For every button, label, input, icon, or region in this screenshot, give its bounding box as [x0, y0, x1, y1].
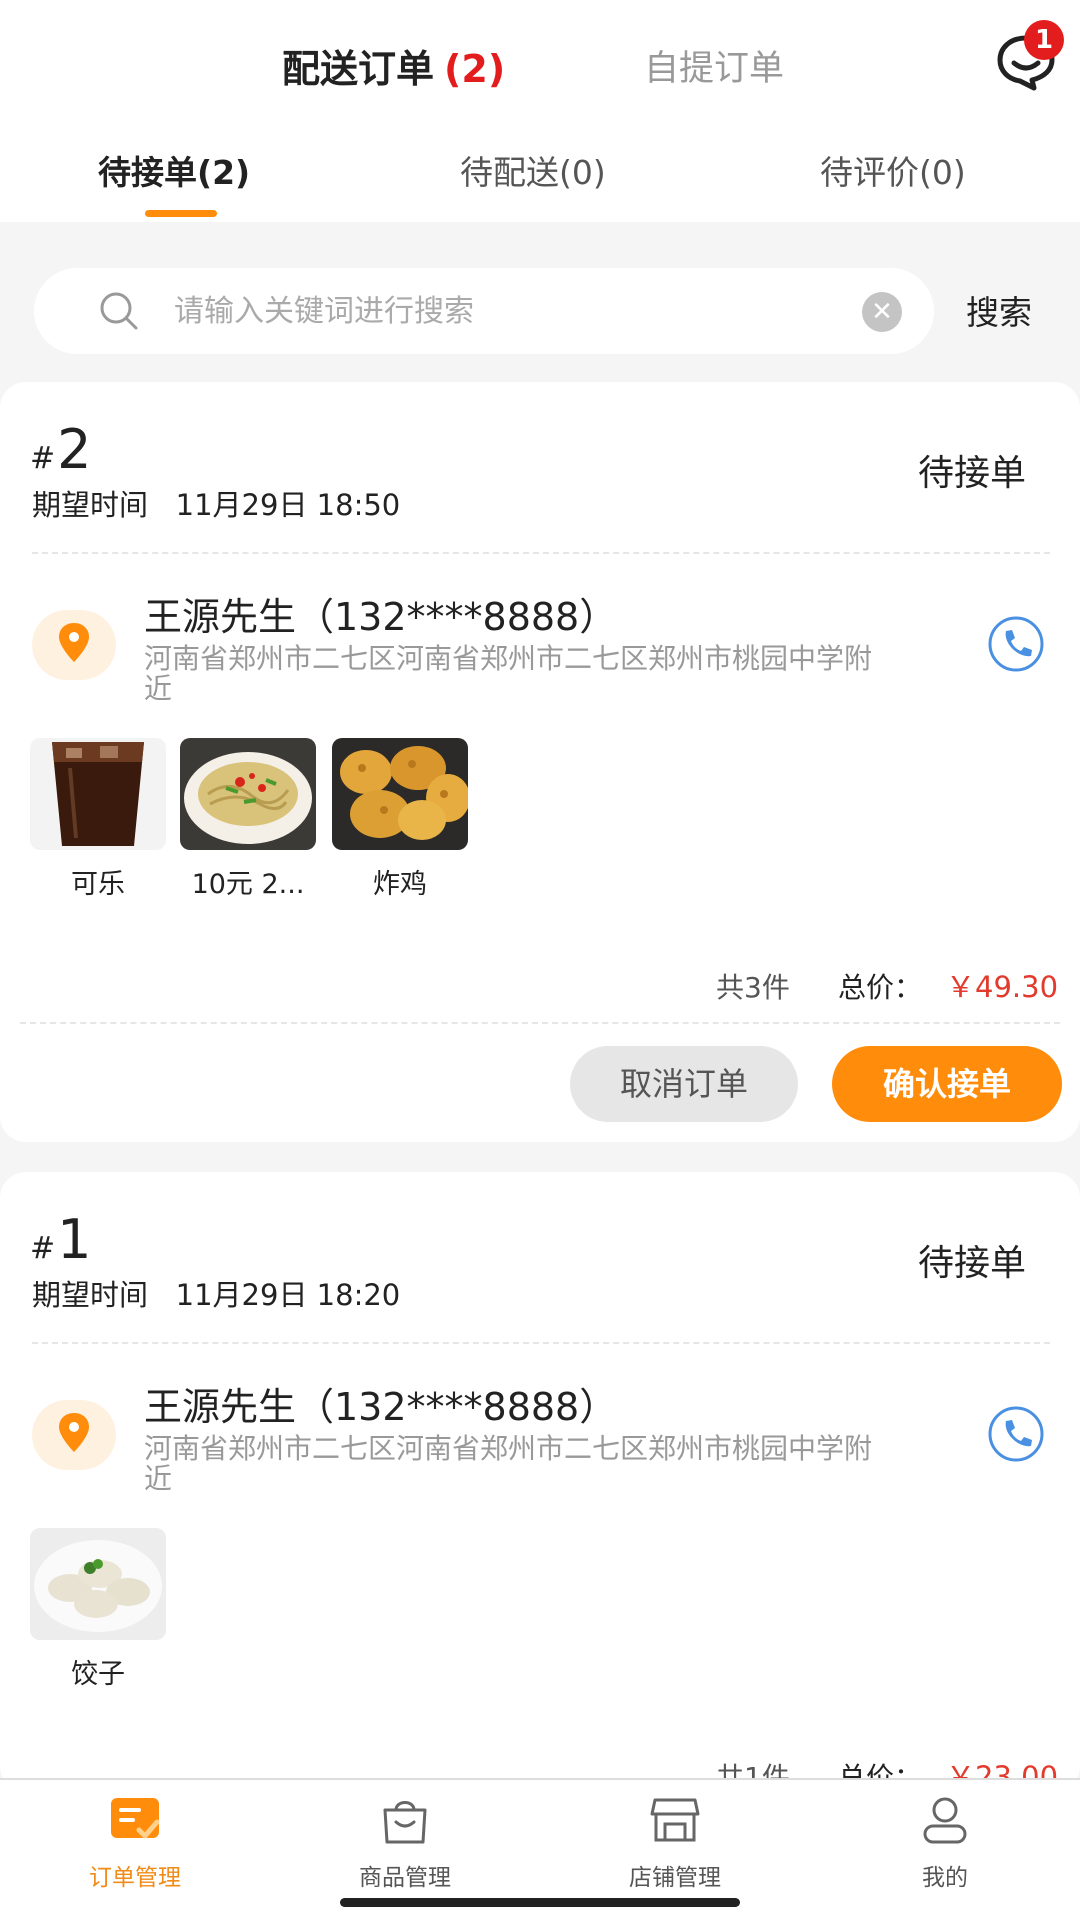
noodles-image	[180, 738, 316, 850]
dumplings-image	[30, 1528, 166, 1640]
shopping-bag-icon	[379, 1794, 431, 1846]
tab-pending-review[interactable]: 待评价(0)	[820, 146, 966, 194]
order-number: #2	[30, 418, 92, 481]
tab-delivery-count: (2)	[444, 47, 506, 91]
order-status: 待接单	[918, 453, 1027, 494]
order-status: 待接单	[918, 1243, 1027, 1284]
goods-item[interactable]: 炸鸡	[332, 738, 468, 901]
divider	[32, 552, 1050, 554]
confirm-order-button[interactable]: 确认接单	[832, 1046, 1062, 1122]
divider	[20, 1022, 1060, 1024]
search-input[interactable]	[174, 284, 874, 338]
order-number-value: 2	[57, 418, 92, 481]
goods-item[interactable]: 可乐	[30, 738, 166, 901]
total-price: ￥49.30	[946, 970, 1059, 1004]
message-count-badge: 1	[1024, 20, 1064, 60]
tab-pending-delivery[interactable]: 待配送(0)	[460, 146, 606, 194]
location-icon	[32, 1400, 116, 1470]
tab-pending-accept[interactable]: 待接单(2)	[98, 146, 250, 194]
cola-image	[30, 738, 166, 850]
customer-name: 王源先生（132****8888）	[144, 1385, 618, 1429]
order-icon	[109, 1794, 161, 1846]
order-number-value: 1	[57, 1208, 92, 1271]
header: 配送订单 (2) 自提订单 1 待接单(2) 待配送(0) 待评价(0)	[0, 0, 1080, 222]
clear-icon[interactable]: ✕	[862, 292, 902, 332]
phone-icon[interactable]	[986, 614, 1046, 674]
phone-icon[interactable]	[986, 1404, 1046, 1464]
sub-tabs: 待接单(2) 待配送(0) 待评价(0)	[0, 146, 1080, 206]
search-button[interactable]: 搜索	[966, 286, 1032, 334]
cancel-order-button[interactable]: 取消订单	[570, 1046, 798, 1122]
goods-name: 炸鸡	[373, 869, 427, 900]
tab-delivery-orders[interactable]: 配送订单 (2)	[282, 38, 505, 93]
tab-pickup-orders[interactable]: 自提订单	[644, 40, 784, 91]
tab-label: 店铺管理	[629, 1865, 721, 1891]
screen: 配送订单(2) 自提订单 1 待接单(2) 待配送(0) 待评价(0) ✕	[0, 0, 1080, 1920]
tab-store-management[interactable]: 店铺管理	[540, 1780, 810, 1900]
search-bar: ✕	[34, 268, 934, 354]
order-hash: #	[30, 441, 56, 476]
goods-name: 可乐	[71, 869, 125, 900]
item-count: 共3件	[716, 971, 790, 1004]
search-icon	[98, 290, 140, 332]
top-tabs: 配送订单 (2) 自提订单	[0, 38, 1080, 98]
tab-order-management[interactable]: 订单管理	[0, 1780, 270, 1900]
expected-time: 期望时间 11月29日 18:50	[32, 488, 401, 522]
goods-name: 饺子	[71, 1659, 125, 1690]
location-icon	[32, 610, 116, 680]
tab-product-management[interactable]: 商品管理	[270, 1780, 540, 1900]
goods-item[interactable]: 10元 2...	[180, 738, 316, 901]
active-tab-indicator	[145, 210, 217, 217]
divider	[32, 1342, 1050, 1344]
fried-chicken-image	[332, 738, 468, 850]
home-indicator[interactable]	[340, 1898, 740, 1907]
order-card: #2 期望时间 11月29日 18:50 待接单 王源先生（132****888…	[0, 382, 1080, 1142]
customer-name: 王源先生（132****8888）	[144, 595, 618, 639]
order-hash: #	[30, 1231, 56, 1266]
order-card: #1 期望时间 11月29日 18:20 待接单 王源先生（132****888…	[0, 1172, 1080, 1794]
tab-mine[interactable]: 我的	[810, 1780, 1080, 1900]
goods-name: 10元 2...	[191, 869, 305, 900]
tab-label: 商品管理	[359, 1865, 451, 1891]
expected-time: 期望时间 11月29日 18:20	[32, 1278, 401, 1312]
total-label: 总价：	[838, 971, 923, 1004]
tab-delivery-label: 配送订单	[282, 47, 435, 91]
tab-label: 订单管理	[89, 1865, 181, 1891]
delivery-address: 河南省郑州市二七区河南省郑州市二七区郑州市桃园中学附近	[144, 1432, 873, 1495]
tab-label: 我的	[922, 1865, 968, 1891]
store-icon	[649, 1794, 701, 1846]
user-icon	[919, 1794, 971, 1846]
order-number: #1	[30, 1208, 92, 1271]
goods-item[interactable]: 饺子	[30, 1528, 166, 1691]
delivery-address: 河南省郑州市二七区河南省郑州市二七区郑州市桃园中学附近	[144, 642, 873, 705]
